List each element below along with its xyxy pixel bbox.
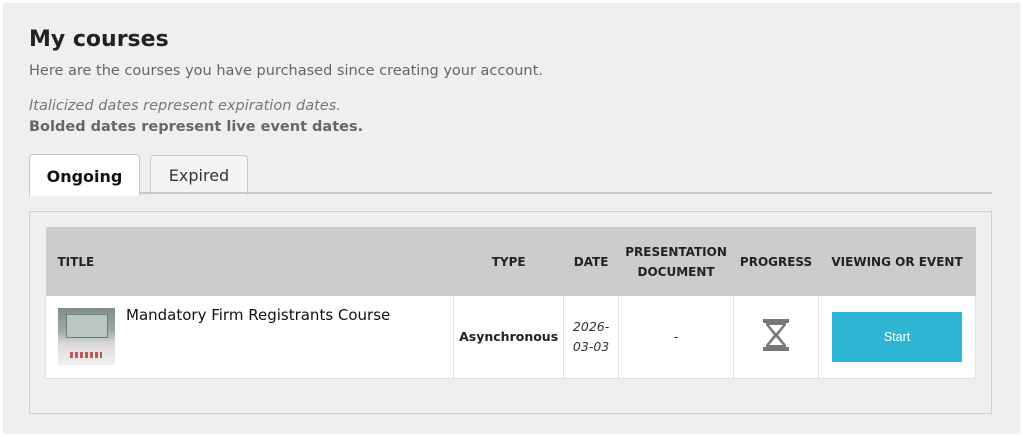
tab-ongoing[interactable]: Ongoing (29, 154, 140, 196)
progress-cell (733, 296, 820, 379)
live-event-note: Bolded dates represent live event dates. (29, 119, 364, 135)
course-title-wrap: Mandatory Firm Registrants Course (58, 306, 443, 365)
table-header-row: TITLE TYPE DATE PRESENTATION DOCUMENT PR… (45, 227, 976, 296)
start-button[interactable]: Start (832, 311, 963, 362)
course-date-line1: 2026- (572, 318, 610, 334)
presentation-document: - (618, 296, 735, 379)
hourglass-icon (763, 319, 790, 352)
expiration-note: Italicized dates represent expiration da… (29, 98, 341, 114)
viewing-or-event-cell: Start (818, 296, 976, 379)
courses-table-container: TITLE TYPE DATE PRESENTATION DOCUMENT PR… (29, 211, 992, 414)
courses-table: TITLE TYPE DATE PRESENTATION DOCUMENT PR… (44, 227, 976, 379)
column-header-progress: PROGRESS (739, 254, 813, 269)
page-title: My courses (29, 27, 169, 52)
column-header-date: DATE (573, 254, 609, 269)
tab-divider (29, 192, 992, 194)
course-title-cell: Mandatory Firm Registrants Course (44, 296, 455, 379)
column-header-type: TYPE (491, 254, 526, 269)
course-date-cell: 2026- 03-03 (563, 296, 620, 379)
page-subtitle: Here are the courses you have purchased … (29, 63, 543, 79)
course-thumbnail[interactable] (58, 308, 115, 365)
course-date-line2: 03-03 (572, 338, 610, 354)
course-type: Asynchronous (453, 296, 565, 379)
tab-expired[interactable]: Expired (150, 155, 248, 195)
table-row: Mandatory Firm Registrants Course Asynch… (44, 296, 976, 379)
column-header-title: TITLE (57, 254, 95, 269)
column-header-presentation-line2: DOCUMENT (637, 264, 715, 279)
course-title[interactable]: Mandatory Firm Registrants Course (126, 306, 390, 324)
column-header-viewing-or-event: VIEWING OR EVENT (831, 254, 963, 269)
column-header-presentation-line1: PRESENTATION (625, 244, 727, 259)
column-header-presentation-document: PRESENTATION DOCUMENT (619, 227, 734, 296)
my-courses-panel: My courses Here are the courses you have… (3, 3, 1020, 434)
